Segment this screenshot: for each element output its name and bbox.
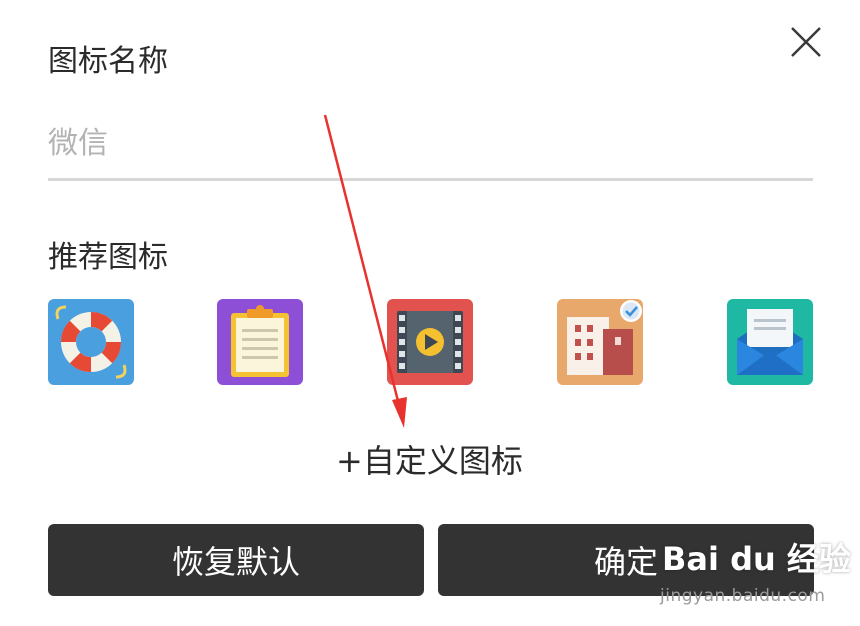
icon-name-input[interactable] (48, 120, 813, 166)
input-underline (48, 178, 813, 181)
restore-default-label: 恢复默认 (171, 543, 300, 581)
confirm-button[interactable]: 确定 (438, 524, 814, 596)
video-icon[interactable] (387, 299, 473, 385)
mail-icon[interactable] (727, 299, 813, 385)
close-icon[interactable] (786, 22, 826, 62)
add-custom-icon-link[interactable]: +自定义图标 (336, 436, 523, 482)
lifebuoy-icon[interactable] (48, 299, 134, 385)
clipboard-icon[interactable] (217, 299, 303, 385)
building-icon[interactable] (557, 299, 643, 385)
recommended-icons-title: 推荐图标 (48, 240, 168, 275)
dialog-title: 图标名称 (48, 44, 168, 79)
restore-default-button[interactable]: 恢复默认 (48, 524, 424, 596)
confirm-label: 确定 (593, 543, 658, 581)
